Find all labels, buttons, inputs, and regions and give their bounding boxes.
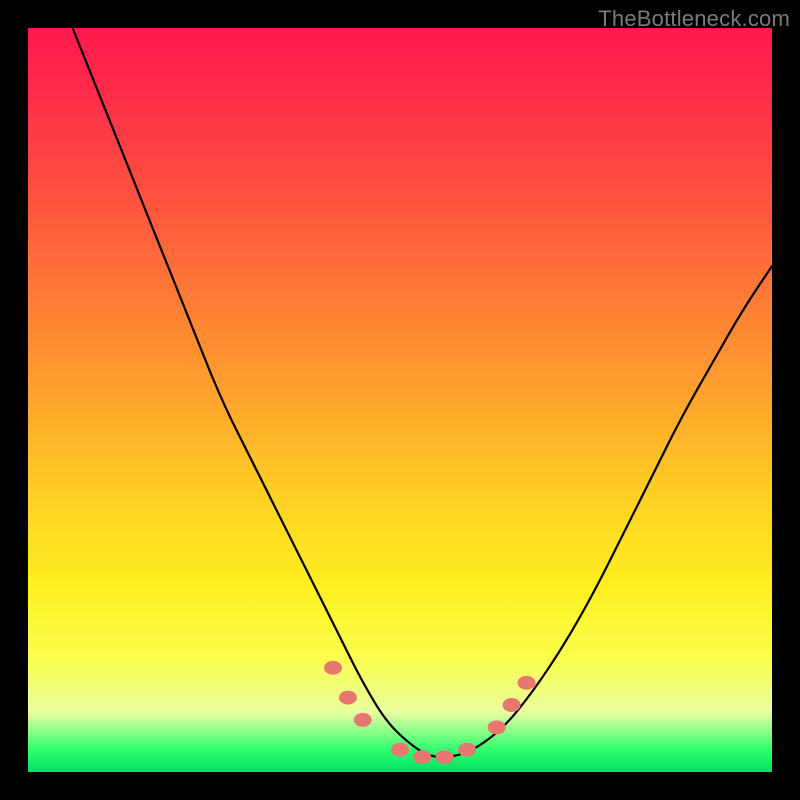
curve-marker-dot <box>503 698 521 712</box>
curve-marker-dot <box>488 720 506 734</box>
curve-marker-dot <box>339 691 357 705</box>
curve-marker-dot <box>518 676 536 690</box>
curve-marker-dot <box>324 661 342 675</box>
curve-marker-dot <box>436 750 454 764</box>
chart-outer-frame: TheBottleneck.com <box>0 0 800 800</box>
curve-marker-dot <box>354 713 372 727</box>
curve-marker-dot <box>458 743 476 757</box>
plot-area <box>28 28 772 772</box>
curve-marker-dot <box>413 750 431 764</box>
curve-marker-dot <box>391 743 409 757</box>
curve-markers <box>28 28 772 772</box>
